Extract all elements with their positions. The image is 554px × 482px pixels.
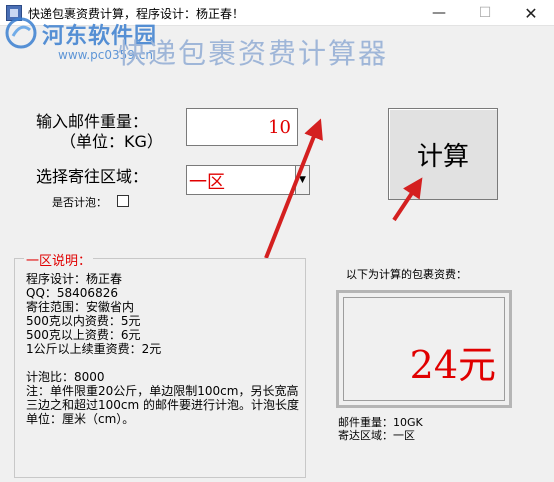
info-line: QQ：58406826 bbox=[26, 286, 118, 300]
info-line: 注：单件限重20公斤，单边限制100cm，另长宽高三边之和超过100cm 的邮件… bbox=[26, 384, 300, 426]
info-line bbox=[26, 356, 302, 370]
result-frame: 24元 bbox=[336, 290, 512, 408]
result-frame-inner: 24元 bbox=[343, 297, 505, 401]
region-select[interactable]: 一区 ▼ bbox=[186, 165, 310, 195]
info-line: 寄往范围：安徽省内 bbox=[26, 300, 135, 314]
page-title: 快递包裹资费计算器 bbox=[118, 37, 389, 70]
watermark-logo-icon bbox=[5, 17, 37, 49]
maximize-button[interactable]: ☐ bbox=[462, 0, 508, 26]
weight-input[interactable] bbox=[186, 108, 298, 146]
info-line: 计泡比：8000 bbox=[26, 370, 105, 384]
calculate-button[interactable]: 计算 bbox=[388, 108, 498, 200]
result-caption: 以下为计算的包裹资费： bbox=[346, 268, 467, 281]
info-line: 程序设计：杨正春 bbox=[26, 272, 123, 286]
info-line: 500克以内资费：5元 bbox=[26, 314, 141, 328]
info-line: 1公斤以上续重资费：2元 bbox=[26, 342, 162, 356]
close-button[interactable]: ✕ bbox=[508, 0, 554, 26]
minimize-button[interactable]: — bbox=[416, 0, 462, 26]
result-value: 24元 bbox=[409, 343, 496, 387]
unit-label: （单位：KG） bbox=[60, 132, 163, 151]
foam-checkbox[interactable] bbox=[117, 195, 129, 207]
region-select-value: 一区 bbox=[189, 172, 225, 193]
region-info-text: 程序设计：杨正春 QQ：58406826 寄往范围：安徽省内 500克以内资费：… bbox=[26, 272, 302, 426]
foam-label: 是否计泡： bbox=[52, 196, 107, 209]
info-line: 500克以上资费：6元 bbox=[26, 328, 141, 342]
region-label: 选择寄往区域： bbox=[36, 167, 149, 186]
region-info-title: 一区说明： bbox=[24, 250, 94, 269]
chevron-down-icon[interactable]: ▼ bbox=[295, 166, 309, 194]
result-region: 寄达区域：一区 bbox=[338, 429, 415, 442]
